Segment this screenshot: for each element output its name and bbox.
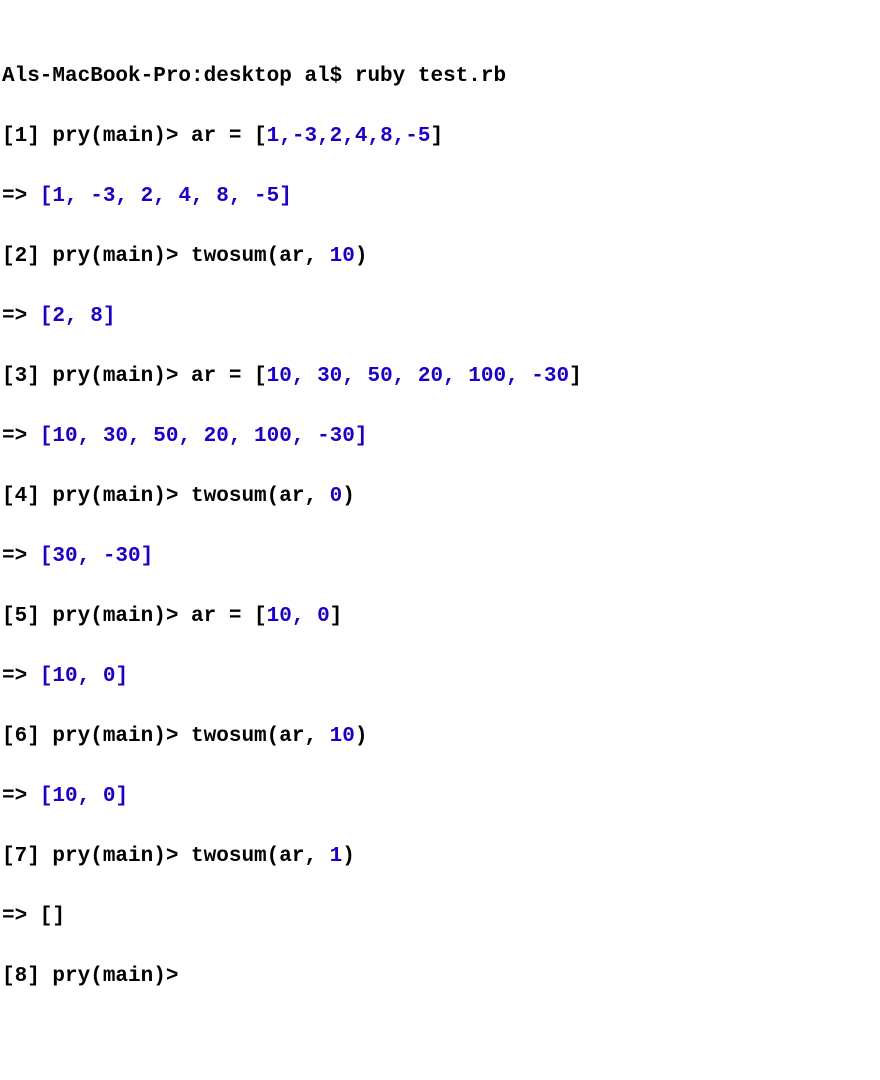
bracket-close: ]: [115, 785, 128, 808]
pry-result-line-7: => []: [2, 902, 878, 932]
bracket-open: [: [40, 425, 53, 448]
code-close: ): [355, 245, 368, 268]
bracket-open: [: [40, 545, 53, 568]
pry-result-line-6: => [10, 0]: [2, 782, 878, 812]
argument-value: 0: [330, 485, 343, 508]
argument-value: 10: [330, 245, 355, 268]
code-text: twosum(ar,: [191, 725, 330, 748]
bracket-open: [: [40, 665, 53, 688]
pry-prompt: [2] pry(main)>: [2, 245, 191, 268]
result-values: 30, -30: [52, 545, 140, 568]
pry-result-line-1: => [1, -3, 2, 4, 8, -5]: [2, 182, 878, 212]
argument-value: 10: [330, 725, 355, 748]
bracket-close: ]: [103, 305, 116, 328]
code-close: ): [355, 725, 368, 748]
pry-result-line-4: => [30, -30]: [2, 542, 878, 572]
bracket-close: ]: [279, 185, 292, 208]
code-text: ar = [: [191, 125, 267, 148]
pry-result-line-3: => [10, 30, 50, 20, 100, -30]: [2, 422, 878, 452]
pry-input-line-2: [2] pry(main)> twosum(ar, 10): [2, 242, 878, 272]
code-close: ]: [430, 125, 443, 148]
pry-input-line-4: [4] pry(main)> twosum(ar, 0): [2, 482, 878, 512]
pry-prompt: [1] pry(main)>: [2, 125, 191, 148]
array-values: 10, 30, 50, 20, 100, -30: [267, 365, 569, 388]
result-arrow: =>: [2, 785, 40, 808]
code-text: twosum(ar,: [191, 485, 330, 508]
result-text: => []: [2, 905, 65, 928]
code-close: ): [342, 845, 355, 868]
argument-value: 1: [330, 845, 343, 868]
result-arrow: =>: [2, 425, 40, 448]
code-close: ): [342, 485, 355, 508]
pry-prompt: [8] pry(main)>: [2, 965, 191, 988]
pry-prompt: [4] pry(main)>: [2, 485, 191, 508]
code-text: twosum(ar,: [191, 245, 330, 268]
array-values: 1,-3,2,4,8,-5: [267, 125, 431, 148]
pry-input-line-8[interactable]: [8] pry(main)>: [2, 962, 878, 992]
result-arrow: =>: [2, 665, 40, 688]
result-values: 10, 0: [52, 785, 115, 808]
bracket-close: ]: [355, 425, 368, 448]
bracket-open: [: [40, 785, 53, 808]
result-values: 10, 30, 50, 20, 100, -30: [52, 425, 354, 448]
pry-prompt: [5] pry(main)>: [2, 605, 191, 628]
pry-prompt: [6] pry(main)>: [2, 725, 191, 748]
result-arrow: =>: [2, 185, 40, 208]
shell-prompt-text: Als-MacBook-Pro:desktop al$ ruby test.rb: [2, 65, 506, 88]
pry-input-line-7: [7] pry(main)> twosum(ar, 1): [2, 842, 878, 872]
bracket-close: ]: [141, 545, 154, 568]
pry-input-line-5: [5] pry(main)> ar = [10, 0]: [2, 602, 878, 632]
array-values: 10, 0: [267, 605, 330, 628]
shell-command-line: Als-MacBook-Pro:desktop al$ ruby test.rb: [2, 62, 878, 92]
pry-input-line-3: [3] pry(main)> ar = [10, 30, 50, 20, 100…: [2, 362, 878, 392]
pry-prompt: [7] pry(main)>: [2, 845, 191, 868]
bracket-close: ]: [115, 665, 128, 688]
code-close: ]: [330, 605, 343, 628]
bracket-open: [: [40, 305, 53, 328]
code-text: twosum(ar,: [191, 845, 330, 868]
code-close: ]: [569, 365, 582, 388]
pry-prompt: [3] pry(main)>: [2, 365, 191, 388]
pry-result-line-2: => [2, 8]: [2, 302, 878, 332]
pry-input-line-6: [6] pry(main)> twosum(ar, 10): [2, 722, 878, 752]
result-values: 1, -3, 2, 4, 8, -5: [52, 185, 279, 208]
code-text: ar = [: [191, 605, 267, 628]
result-arrow: =>: [2, 545, 40, 568]
result-values: 10, 0: [52, 665, 115, 688]
result-arrow: =>: [2, 305, 40, 328]
result-values: 2, 8: [52, 305, 102, 328]
bracket-open: [: [40, 185, 53, 208]
pry-result-line-5: => [10, 0]: [2, 662, 878, 692]
pry-input-line-1: [1] pry(main)> ar = [1,-3,2,4,8,-5]: [2, 122, 878, 152]
code-text: ar = [: [191, 365, 267, 388]
